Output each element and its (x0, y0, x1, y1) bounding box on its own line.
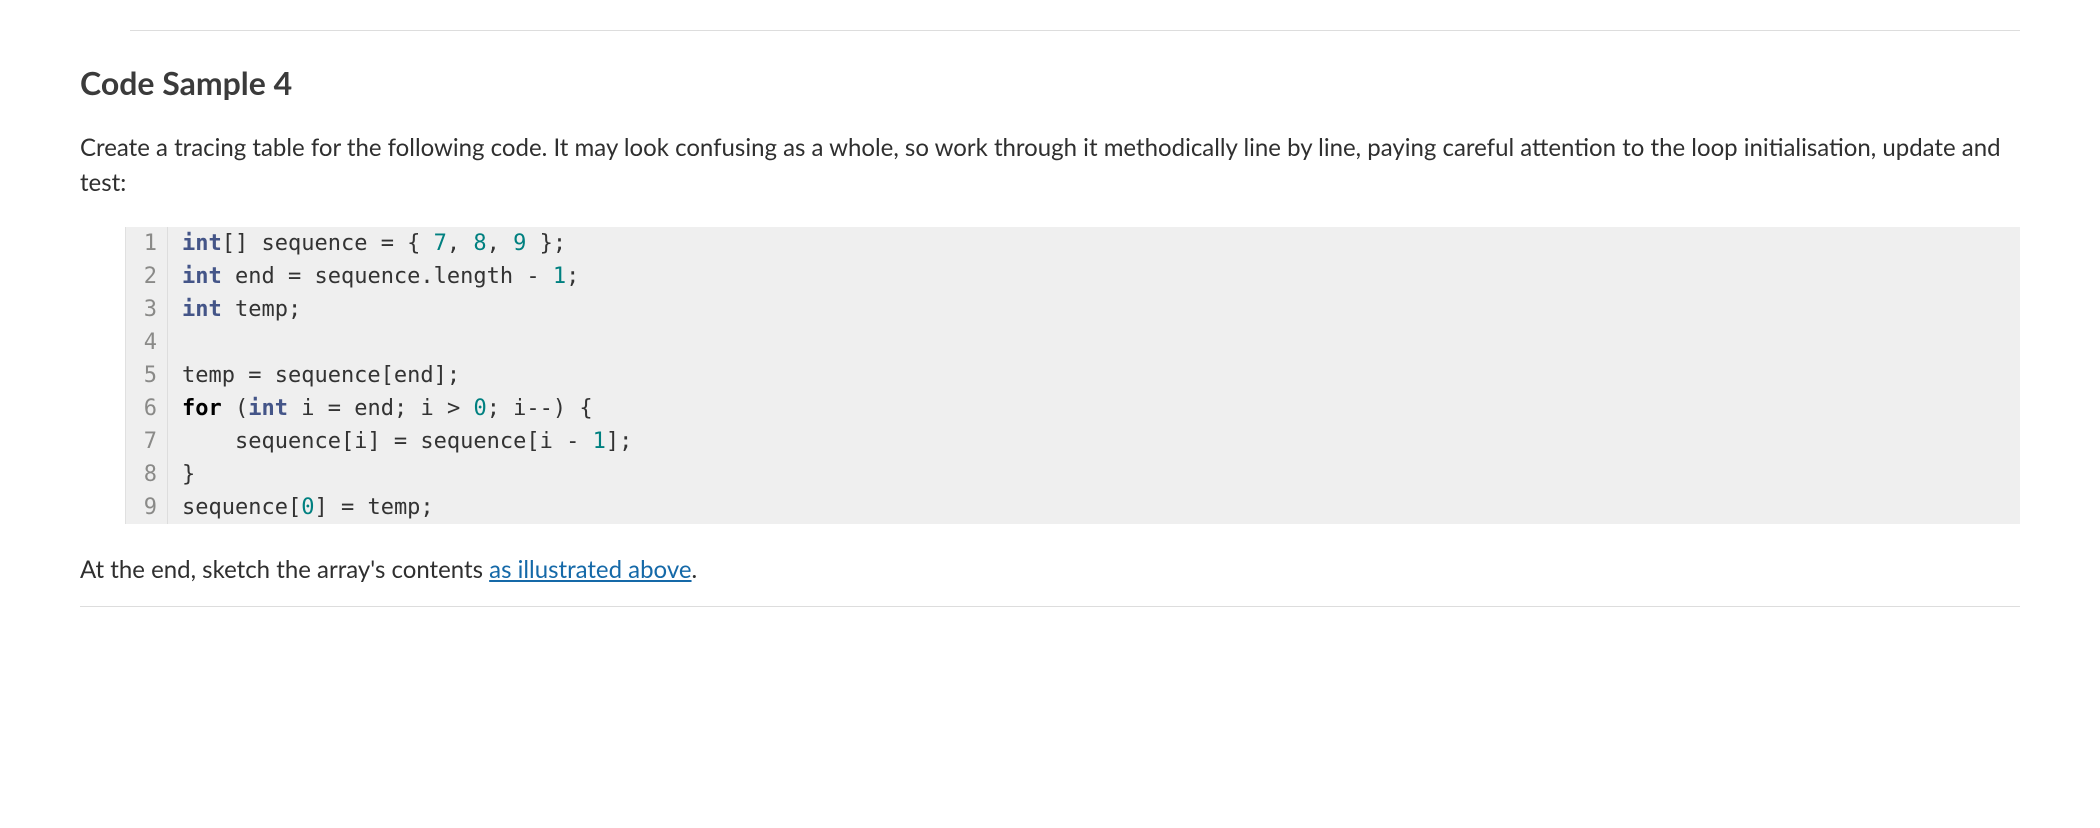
line-number: 4 (126, 326, 168, 359)
line-number: 7 (126, 425, 168, 458)
line-number: 2 (126, 260, 168, 293)
bottom-divider (80, 606, 2020, 607)
code-content: sequence[i] = sequence[i - 1]; (168, 425, 2020, 458)
code-content: int end = sequence.length - 1; (168, 260, 2020, 293)
line-number: 5 (126, 359, 168, 392)
line-number: 9 (126, 491, 168, 524)
line-number: 3 (126, 293, 168, 326)
code-line: 5temp = sequence[end]; (126, 359, 2020, 392)
code-content: int[] sequence = { 7, 8, 9 }; (168, 227, 2020, 260)
code-line: 4 (126, 326, 2020, 359)
code-content: for (int i = end; i > 0; i--) { (168, 392, 2020, 425)
outro-paragraph: At the end, sketch the array's contents … (80, 552, 2020, 588)
section-heading: Code Sample 4 (80, 59, 2020, 107)
code-line: 8} (126, 458, 2020, 491)
top-divider (130, 30, 2020, 31)
outro-link[interactable]: as illustrated above (489, 555, 691, 584)
code-content: int temp; (168, 293, 2020, 326)
code-line: 7 sequence[i] = sequence[i - 1]; (126, 425, 2020, 458)
line-number: 6 (126, 392, 168, 425)
code-content (168, 326, 2020, 359)
outro-prefix: At the end, sketch the array's contents (80, 555, 489, 584)
code-block: 1int[] sequence = { 7, 8, 9 };2int end =… (125, 227, 2020, 524)
code-line: 6for (int i = end; i > 0; i--) { (126, 392, 2020, 425)
code-line: 1int[] sequence = { 7, 8, 9 }; (126, 227, 2020, 260)
outro-suffix: . (692, 555, 698, 584)
code-line: 2int end = sequence.length - 1; (126, 260, 2020, 293)
code-content: sequence[0] = temp; (168, 491, 2020, 524)
code-line: 3int temp; (126, 293, 2020, 326)
code-line: 9sequence[0] = temp; (126, 491, 2020, 524)
intro-paragraph: Create a tracing table for the following… (80, 131, 2020, 201)
code-content: temp = sequence[end]; (168, 359, 2020, 392)
line-number: 1 (126, 227, 168, 260)
line-number: 8 (126, 458, 168, 491)
code-content: } (168, 458, 2020, 491)
